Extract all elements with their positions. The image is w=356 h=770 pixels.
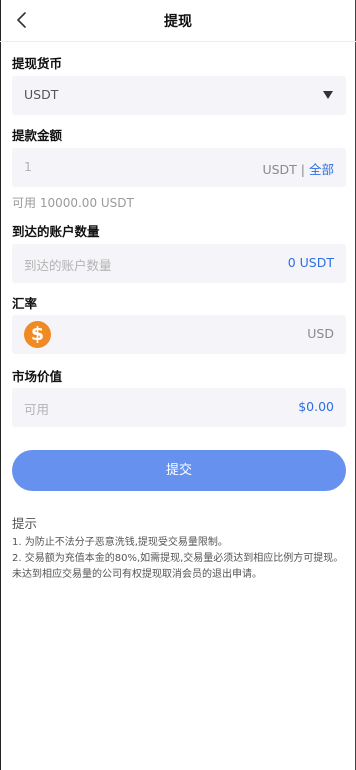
amount-unit: USDT: [262, 162, 297, 177]
tip-line-1: 1. 为防止不法分子恶意洗钱,提现受交易量限制。: [12, 537, 228, 548]
rate-unit: USD: [307, 326, 334, 341]
tip-line-2: 2. 交易额为充值本金的80%,如需提现,交易量必须达到相应比例方可提现。未达到…: [12, 553, 344, 580]
amount-label: 提款金额: [12, 128, 63, 143]
amount-placeholder: 1: [24, 159, 32, 174]
received-label: 到达的账户数量: [12, 224, 100, 239]
amount-separator: |: [300, 162, 305, 177]
rate-field: $ USD: [12, 315, 346, 354]
market-value: $0.00: [298, 399, 334, 414]
currency-select[interactable]: USDT: [12, 76, 346, 115]
received-value: 0 USDT: [287, 255, 334, 270]
submit-button[interactable]: 提交: [12, 450, 346, 491]
all-amount-button[interactable]: 全部: [309, 162, 334, 177]
currency-selected-value: USDT: [24, 87, 59, 102]
left-border: [0, 0, 1, 770]
page-title: 提现: [164, 14, 192, 30]
market-label: 市场价值: [12, 369, 63, 384]
received-amount-field: 到达的账户数量 0 USDT: [12, 244, 346, 283]
market-value-field: 可用 $0.00: [12, 388, 346, 427]
currency-label: 提现货币: [12, 56, 63, 71]
rate-label: 汇率: [12, 296, 38, 311]
caret-down-icon: [323, 91, 333, 99]
market-placeholder: 可用: [24, 402, 50, 417]
app-header: 提现: [0, 0, 356, 42]
amount-input[interactable]: 1 USDT | 全部: [12, 148, 346, 187]
dollar-coin-icon: $: [24, 321, 51, 348]
received-placeholder: 到达的账户数量: [24, 258, 112, 273]
tips-title: 提示: [12, 516, 38, 531]
tips-list: 1. 为防止不法分子恶意洗钱,提现受交易量限制。 2. 交易额为充值本金的80%…: [12, 535, 346, 583]
available-balance: 可用 10000.00 USDT: [12, 196, 134, 210]
